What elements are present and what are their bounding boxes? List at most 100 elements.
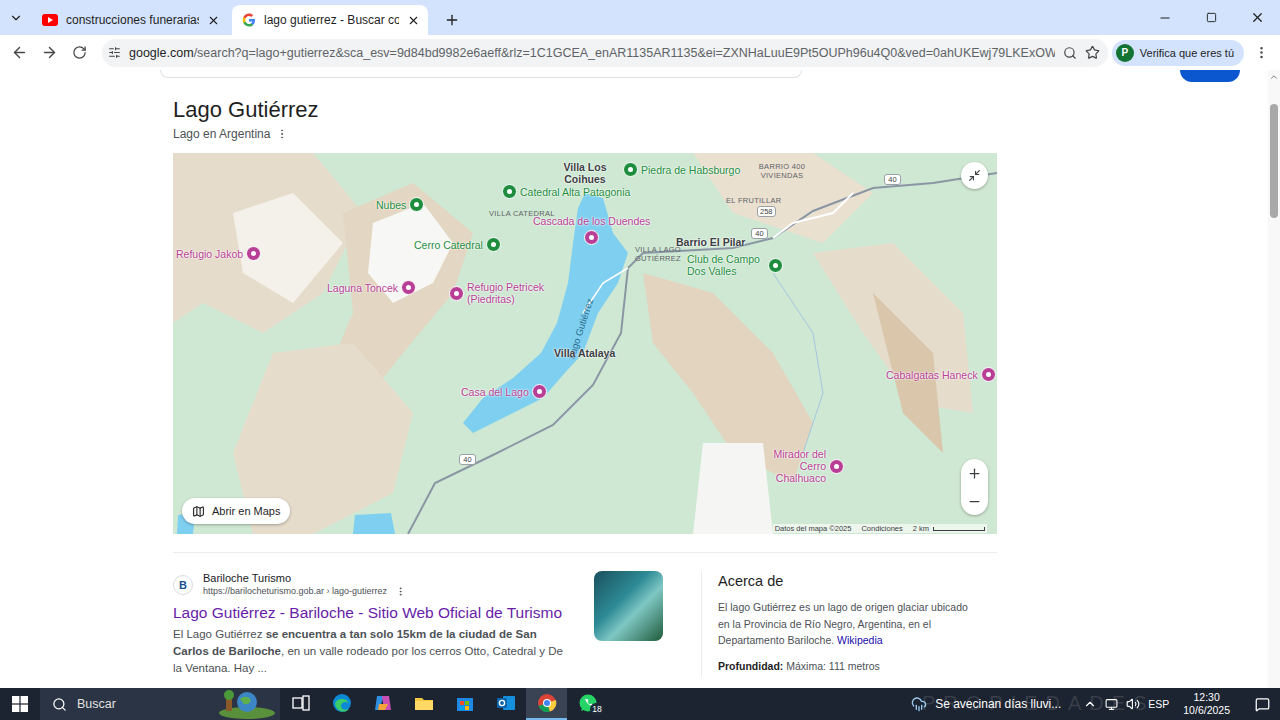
map-place-label[interactable]: Club de Campo Dos Valles [687,253,765,277]
zoom-in-icon[interactable] [967,466,982,481]
map-pin-icon[interactable] [502,184,517,199]
collapse-map-button[interactable] [961,162,988,189]
taskbar-app[interactable] [444,688,485,720]
clock[interactable]: 12:3010/6/2025 [1177,691,1236,717]
map-pin-icon[interactable] [532,384,547,399]
map-place[interactable]: Casa del Lago [461,384,547,399]
taskbar-app[interactable] [280,688,321,720]
taskbar-app[interactable] [403,688,444,720]
close-icon[interactable] [1250,10,1265,25]
url-text[interactable]: google.com/search?q=lago+gutierrez&sca_e… [129,46,1055,60]
zoom-out-button[interactable] [961,487,988,515]
arrow-right-icon[interactable] [41,44,58,61]
map-pin-icon[interactable] [981,367,996,382]
input-language[interactable]: ESP [1148,698,1169,710]
map-place-label[interactable]: Catedral Alta Patagonia [520,186,630,198]
result-menu-icon[interactable] [395,586,406,597]
bookmark-star-icon[interactable] [1085,45,1100,60]
volume-icon[interactable] [1126,697,1140,711]
result-thumbnail[interactable] [594,571,663,641]
address-bar[interactable]: google.com/search?q=lago+gutierrez&sca_e… [102,39,1108,67]
taskbar-app[interactable] [321,688,362,720]
map-place[interactable]: Mirador del Cerro Chalhuaco [758,448,844,484]
close-tab-icon[interactable] [407,14,420,27]
notifications-button[interactable] [1244,688,1280,720]
map-place[interactable]: Catedral Alta Patagonia [502,184,630,199]
show-hidden-icons-icon[interactable] [1083,697,1097,711]
map-pin-icon[interactable] [768,258,783,273]
collapse-icon[interactable] [968,169,981,182]
windows-logo-icon[interactable] [12,696,28,712]
map-pin-icon[interactable] [401,280,416,295]
map-pin-icon[interactable] [449,286,464,301]
map-pin-icon[interactable] [623,162,638,177]
map-pin-icon[interactable] [486,237,501,252]
map-place-label[interactable]: Mirador del Cerro Chalhuaco [758,448,826,484]
map-pin-icon[interactable] [246,246,261,261]
copilot-icon[interactable] [372,692,394,714]
map-place-label[interactable]: Refugio Jakob [176,248,243,260]
map-place[interactable]: Refugio Petricek (Piedritas) [449,281,567,305]
minimize-icon[interactable] [1158,11,1172,25]
map-place[interactable]: Nubes [376,197,424,212]
browser-tab[interactable]: lago gutierrez - Buscar con Goo [232,5,428,35]
tab-title[interactable]: construcciones funerarias del a [66,13,199,27]
profile-chip[interactable]: PVerifica que eres tú [1112,40,1244,66]
sign-in-button[interactable] [1180,70,1240,82]
scrollbar[interactable] [1268,70,1280,688]
notifications-icon[interactable] [1255,697,1270,712]
search-icon[interactable] [52,697,67,712]
map-pin-icon[interactable] [409,197,424,212]
profile-avatar[interactable]: P [1116,44,1134,62]
weather-icon[interactable] [911,696,927,712]
chrome-icon[interactable] [536,692,558,714]
plus-icon[interactable] [444,12,460,28]
store-icon[interactable] [454,692,476,714]
map-place[interactable]: Refugio Jakob [176,246,261,261]
forward-button[interactable] [36,40,62,66]
map[interactable]: Villa Los CoihuesPiedra de HabsburgoBARR… [173,153,997,534]
scroll-thumb[interactable] [1270,104,1278,218]
result-source[interactable]: BBariloche Turismohttps://barilocheturis… [173,571,572,598]
kebab-icon[interactable] [276,128,288,140]
result-title-link[interactable]: Lago Gutiérrez - Bariloche - Sitio Web O… [173,602,572,624]
map-place[interactable]: Cascada de los Duendes [533,215,650,245]
start-button[interactable] [0,688,40,720]
new-tab-button[interactable] [438,5,466,35]
taskbar-app[interactable] [485,688,526,720]
search-box[interactable] [160,70,802,78]
taskbar-app[interactable] [362,688,403,720]
map-place-label[interactable]: Cascada de los Duendes [533,215,650,227]
map-pin-icon[interactable] [584,230,599,245]
zoom-out-icon[interactable] [967,494,982,509]
file-explorer-icon[interactable] [413,692,435,714]
map-place[interactable]: Cerro Catedral [414,237,501,252]
wikipedia-link[interactable]: Wikipedia [837,634,883,646]
map-icon[interactable] [192,505,205,518]
close-tab-icon[interactable] [207,14,220,27]
search-icon[interactable] [1063,46,1077,60]
terms-link[interactable]: Condiciones [861,524,902,533]
tab-search-button[interactable] [0,0,32,35]
taskbar-app[interactable] [526,688,567,720]
task-view-icon[interactable] [290,692,312,714]
edge-icon[interactable] [331,692,353,714]
map-place-label[interactable]: Casa del Lago [461,386,529,398]
back-button[interactable] [6,40,32,66]
browser-menu-button[interactable] [1248,40,1274,66]
map-place-label[interactable]: Cabalgatas Haneck [886,369,978,381]
browser-tab[interactable]: construcciones funerarias del a [32,5,228,35]
close-window-button[interactable] [1234,0,1280,35]
map-place[interactable]: Laguna Toncek [327,280,416,295]
more-vertical-icon[interactable] [1254,45,1269,60]
arrow-left-icon[interactable] [11,44,28,61]
map-place-label[interactable]: Refugio Petricek (Piedritas) [467,281,567,305]
taskbar-search[interactable]: Buscar [40,688,280,720]
map-place-label[interactable]: Cerro Catedral [414,239,483,251]
map-place-label[interactable]: Nubes [376,199,406,211]
reload-icon[interactable] [72,45,87,60]
outlook-icon[interactable] [495,692,517,714]
chevron-down-icon[interactable] [9,11,23,25]
network-icon[interactable] [1105,698,1118,711]
maximize-icon[interactable] [1206,12,1217,23]
